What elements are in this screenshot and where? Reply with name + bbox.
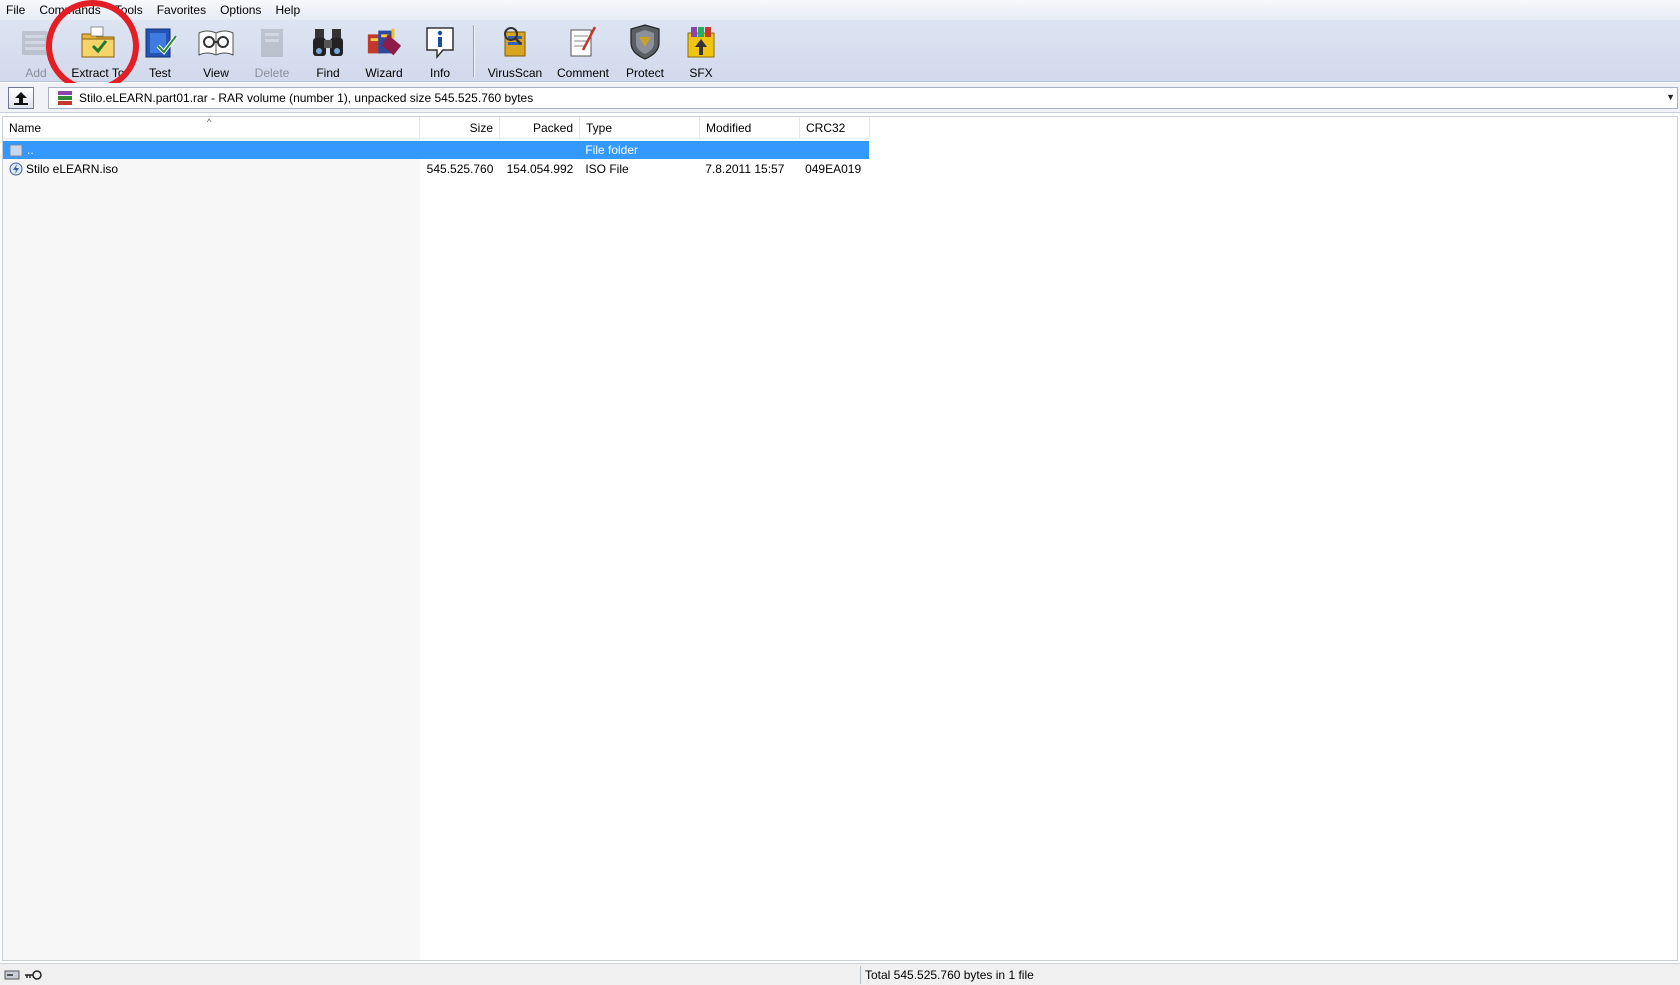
up-arrow-icon: [14, 91, 28, 105]
rar-archive-icon: [58, 91, 72, 105]
view-label: View: [203, 66, 229, 80]
protect-button[interactable]: Protect: [617, 20, 673, 80]
row-type: File folder: [585, 143, 639, 157]
folder-up-icon: [9, 144, 23, 157]
row-packed: [499, 141, 579, 159]
table-row-iso-file[interactable]: Stilo eLEARN.iso 545.525.760 154.054.992…: [3, 160, 869, 178]
delete-label: Delete: [254, 66, 290, 80]
column-header-type[interactable]: Type: [580, 117, 700, 139]
add-archive-icon: [17, 23, 55, 61]
extract-to-button[interactable]: Extract To: [64, 20, 132, 80]
protect-label: Protect: [625, 66, 664, 80]
column-header-modified[interactable]: Modified: [700, 117, 800, 139]
comment-button[interactable]: Comment: [549, 20, 617, 80]
status-divider: [860, 966, 861, 984]
add-button[interactable]: Add: [8, 20, 64, 80]
key-icon[interactable]: [24, 969, 42, 981]
row-size: [419, 141, 499, 159]
wizard-button[interactable]: Wizard: [356, 20, 412, 80]
add-label: Add: [25, 66, 47, 80]
row-crc: 049EA019: [805, 162, 862, 176]
info-icon: [421, 23, 459, 61]
extract-to-icon: [79, 23, 117, 61]
info-label: Info: [429, 66, 450, 80]
row-name: Stilo eLEARN.iso: [26, 162, 119, 176]
view-icon: [197, 23, 235, 61]
sfx-button[interactable]: SFX: [673, 20, 729, 80]
archive-path-text: Stilo.eLEARN.part01.rar - RAR volume (nu…: [79, 91, 534, 105]
row-modified: [699, 141, 799, 159]
wizard-icon: [365, 23, 403, 61]
toolbar-separator: [473, 25, 474, 77]
find-binoculars-icon: [309, 23, 347, 61]
address-bar: Stilo.eLEARN.part01.rar - RAR volume (nu…: [0, 83, 1680, 113]
sfx-icon: [682, 23, 720, 61]
menu-commands[interactable]: Commands: [32, 0, 107, 20]
toolbar: Add Extract To Test View Delete Find Wiz…: [0, 20, 1680, 82]
menu-bar: File Commands Tools Favorites Options He…: [0, 0, 1680, 20]
test-button[interactable]: Test: [132, 20, 188, 80]
menu-file[interactable]: File: [0, 0, 32, 20]
virusscan-button[interactable]: VirusScan: [481, 20, 549, 80]
column-header-crc32[interactable]: CRC32: [800, 117, 870, 139]
column-header-packed[interactable]: Packed: [500, 117, 580, 139]
archive-path-field[interactable]: Stilo.eLEARN.part01.rar - RAR volume (nu…: [48, 87, 1678, 109]
protect-shield-icon: [626, 23, 664, 61]
sort-ascending-icon: ^: [207, 117, 212, 127]
menu-favorites[interactable]: Favorites: [150, 0, 213, 20]
virusscan-label: VirusScan: [487, 66, 543, 80]
row-modified: 7.8.2011 15:57: [705, 162, 785, 176]
file-list: Name ^ Size Packed Type Modified CRC32 .…: [2, 116, 1678, 961]
view-button[interactable]: View: [188, 20, 244, 80]
find-label: Find: [316, 66, 340, 80]
column-header-size[interactable]: Size: [420, 117, 500, 139]
menu-tools[interactable]: Tools: [108, 0, 150, 20]
status-bar: Total 545.525.760 bytes in 1 file: [0, 963, 1680, 985]
table-row-parent-folder[interactable]: .. File folder: [3, 141, 869, 159]
drive-icon[interactable]: [4, 969, 20, 981]
sfx-label: SFX: [689, 66, 713, 80]
row-type: ISO File: [585, 162, 629, 176]
row-size: 545.525.760: [426, 162, 494, 176]
find-button[interactable]: Find: [300, 20, 356, 80]
comment-icon: [564, 23, 602, 61]
virus-scan-icon: [496, 23, 534, 61]
column-header-name[interactable]: Name ^: [3, 117, 420, 139]
iso-file-icon: [9, 162, 23, 176]
row-packed: 154.054.992: [506, 162, 574, 176]
status-total-text: Total 545.525.760 bytes in 1 file: [865, 968, 1034, 982]
up-one-level-button[interactable]: [8, 86, 34, 109]
test-icon: [141, 23, 179, 61]
name-column-background: [3, 139, 420, 960]
extract-to-label: Extract To: [71, 66, 125, 80]
delete-icon: [253, 23, 291, 61]
row-name: ..: [27, 143, 34, 157]
menu-options[interactable]: Options: [213, 0, 268, 20]
test-label: Test: [148, 66, 171, 80]
delete-button[interactable]: Delete: [244, 20, 300, 80]
column-name-label: Name: [9, 121, 42, 135]
menu-help[interactable]: Help: [268, 0, 307, 20]
wizard-label: Wizard: [365, 66, 403, 80]
info-button[interactable]: Info: [412, 20, 468, 80]
column-header-row: Name ^ Size Packed Type Modified CRC32: [3, 117, 870, 139]
chevron-down-icon[interactable]: ▼: [1666, 92, 1675, 102]
comment-label: Comment: [556, 66, 609, 80]
row-crc: [799, 141, 869, 159]
